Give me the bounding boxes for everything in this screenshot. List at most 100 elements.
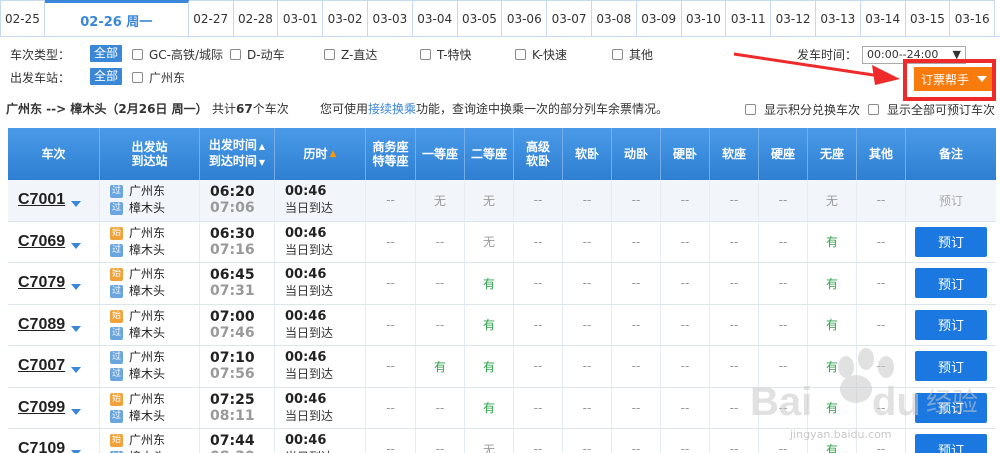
duration-cell: 00:46当日到达 (275, 429, 366, 453)
date-tab[interactable]: 02-28 (233, 0, 279, 37)
watermark-url: jingyan.baidu.com (790, 428, 892, 441)
type-checkbox-t[interactable]: T-特快 (420, 46, 472, 63)
date-tab[interactable]: 03-11 (726, 0, 772, 37)
duration-cell: 00:46当日到达 (275, 180, 366, 221)
points-trains-checkbox[interactable]: 显示积分兑换车次 (745, 101, 860, 118)
train-type-all-button[interactable]: 全部 (90, 45, 123, 62)
remark-cell: 预订 (906, 222, 996, 263)
seat-first-cell: -- (416, 263, 465, 304)
train-number-cell[interactable]: C7099 (8, 387, 100, 428)
checkbox-icon[interactable] (324, 49, 335, 60)
train-number-cell[interactable]: C7001 (8, 180, 100, 221)
date-tab[interactable]: 02-26 周一 (44, 0, 189, 38)
all-bookable-checkbox[interactable]: 显示全部可预订车次 (868, 101, 995, 118)
checkbox-icon[interactable] (612, 49, 623, 60)
seat-moving-sleeper-cell: -- (612, 429, 661, 453)
type-checkbox-gc[interactable]: GC-高铁/城际 (132, 46, 223, 63)
type-checkbox-k[interactable]: K-快速 (515, 46, 567, 63)
col-duration[interactable]: 历时 ▲ (275, 128, 366, 180)
train-number-cell[interactable]: C7069 (8, 221, 100, 262)
train-number-cell[interactable]: C7007 (8, 346, 100, 387)
date-tab[interactable]: 03-06 (502, 0, 548, 37)
seat-soft-seat-cell: -- (710, 387, 759, 428)
book-button[interactable]: 预订 (915, 226, 987, 257)
date-tab[interactable]: 03-05 (457, 0, 503, 37)
seat-moving-sleeper-cell: -- (612, 387, 661, 428)
book-button[interactable]: 预订 (915, 309, 987, 340)
checkbox-icon[interactable] (745, 104, 756, 115)
caret-down-icon[interactable] (71, 284, 82, 291)
checkbox-icon[interactable] (230, 49, 241, 60)
transfer-link[interactable]: 接续换乘 (368, 102, 416, 116)
type-checkbox-other[interactable]: 其他 (612, 46, 653, 63)
date-tab[interactable]: 03-15 (905, 0, 951, 37)
checkbox-icon[interactable] (515, 49, 526, 60)
date-tab[interactable]: 03-16 (950, 0, 996, 37)
date-tab[interactable]: 03-08 (591, 0, 637, 37)
caret-down-icon[interactable] (71, 408, 82, 415)
date-tab[interactable]: 03-14 (860, 0, 906, 37)
col-times[interactable]: 出发时间 ▲ 到达时间 ▼ (200, 128, 275, 180)
checkbox-icon[interactable] (420, 49, 431, 60)
date-tab[interactable]: 03-03 (367, 0, 413, 37)
train-number-link[interactable]: C7069 (18, 233, 65, 251)
seat-standing-cell: 有 (808, 387, 857, 428)
caret-down-icon[interactable] (71, 367, 82, 374)
seat-soft-sleeper-cell: -- (563, 180, 612, 221)
train-number-cell[interactable]: C7079 (8, 263, 100, 304)
train-number-link[interactable]: C7089 (18, 316, 65, 334)
book-button[interactable]: 预订 (915, 351, 987, 382)
depart-time: 06:30 (210, 225, 255, 242)
seat-standing-cell: 有 (808, 221, 857, 262)
date-tab[interactable]: 02-27 (188, 0, 234, 37)
date-tab[interactable]: 03-13 (815, 0, 861, 37)
train-number-link[interactable]: C7001 (18, 191, 65, 209)
sort-down-icon: ▼ (258, 158, 266, 167)
caret-down-icon[interactable] (71, 325, 82, 332)
date-tab[interactable]: 03-09 (636, 0, 682, 37)
seat-soft-seat-cell: -- (710, 263, 759, 304)
caret-down-icon[interactable] (71, 201, 82, 208)
checkbox-icon[interactable] (132, 72, 143, 83)
date-tab[interactable]: 02-25 (0, 0, 45, 37)
arrival-note: 当日到达 (285, 408, 334, 423)
train-number-link[interactable]: C7079 (18, 274, 65, 292)
train-number-link[interactable]: C7099 (18, 399, 65, 417)
duration-cell: 00:46当日到达 (275, 387, 366, 428)
seat-soft-sleeper-cell: -- (563, 429, 612, 453)
seat-second-cell: 有 (465, 387, 514, 428)
date-tab[interactable]: 03-07 (547, 0, 592, 37)
date-tab[interactable]: 03-02 (323, 0, 368, 37)
type-checkbox-z[interactable]: Z-直达 (324, 46, 377, 63)
train-number-cell[interactable]: C7109 (8, 429, 100, 453)
table-row: C7069 始广州东 过樟木头 06:30 07:16 00:46 当日到达 -- -- 无 -… (8, 221, 996, 263)
train-number-cell[interactable]: C7089 (8, 304, 100, 345)
highlight-frame (903, 59, 996, 101)
duration-cell: 00:46当日到达 (275, 263, 366, 304)
duration-cell: 00:46当日到达 (275, 304, 366, 345)
date-tab[interactable]: 03-12 (771, 0, 816, 37)
book-button[interactable]: 预订 (915, 392, 987, 423)
table-header: 车次 出发站 到达站 出发时间 ▲ 到达时间 ▼ 历时 ▲ 商务座 特等座 一等座 二等座 … (8, 128, 996, 180)
seat-hard-seat-cell: -- (759, 346, 808, 387)
date-tab[interactable]: 03-10 (681, 0, 727, 37)
duration: 00:46 (285, 391, 327, 407)
date-tab[interactable]: 03-04 (412, 0, 458, 37)
checkbox-icon[interactable] (868, 104, 879, 115)
station-checkbox-guangzhoudong[interactable]: 广州东 (132, 69, 185, 86)
station-all-button[interactable]: 全部 (90, 68, 123, 85)
caret-down-icon[interactable] (71, 242, 82, 249)
checkbox-icon[interactable] (132, 49, 143, 60)
book-button[interactable]: 预订 (915, 434, 987, 453)
seat-hard-sleeper-cell: -- (661, 304, 710, 345)
col-business: 商务座 特等座 (366, 128, 416, 180)
seat-hard-sleeper-cell: -- (661, 429, 710, 453)
date-tab[interactable]: 03-01 (278, 0, 324, 37)
type-checkbox-d[interactable]: D-动车 (230, 46, 285, 63)
table-row: C7001 过广州东 过樟木头 06:20 07:06 00:46 当日到达 -- 无无 --… (8, 180, 996, 222)
train-number-link[interactable]: C7109 (18, 440, 65, 453)
train-number-link[interactable]: C7007 (18, 357, 65, 375)
seat-business-cell: -- (366, 304, 416, 345)
seat-other-cell: -- (857, 304, 906, 345)
book-button[interactable]: 预订 (915, 268, 987, 299)
